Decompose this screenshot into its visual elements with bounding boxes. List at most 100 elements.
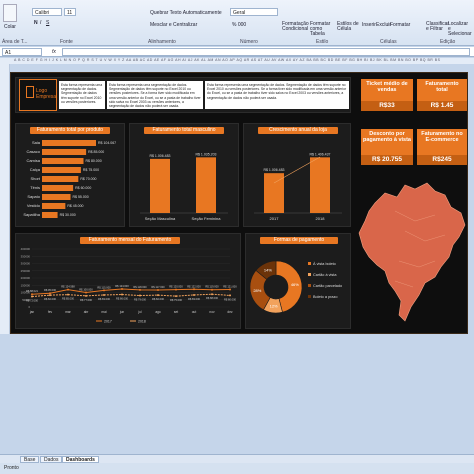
monthly-xtick: out — [192, 310, 197, 314]
product-label: Vestido — [27, 203, 41, 208]
product-bar — [42, 185, 74, 191]
slicer-note-3: Esta forma representa uma segmentação de… — [205, 81, 349, 109]
product-bar — [42, 167, 81, 173]
monthly-data-label: R$ 79.000 — [134, 298, 147, 302]
paste-label[interactable]: Colar — [4, 24, 16, 30]
monthly-ytick: 200000 — [21, 276, 31, 280]
name-box[interactable]: A1 — [2, 48, 42, 56]
merge-center-button[interactable]: Mesclar e Centralizar — [150, 22, 197, 28]
delete-button[interactable]: Excluir — [376, 22, 391, 28]
building-icon — [26, 86, 34, 98]
monthly-data-label: R$ 86.000 — [116, 297, 129, 301]
product-label: Sapato — [27, 194, 40, 199]
payment-slice-label: 46% — [291, 282, 299, 287]
product-label: Saia — [32, 140, 41, 145]
insert-button[interactable]: Inserir — [362, 22, 376, 28]
monthly-line-chart: 0500001000001500002000002500003000003500… — [21, 247, 238, 324]
monthly-xtick: jun — [119, 310, 124, 314]
monthly-ytick: 400000 — [21, 247, 31, 251]
monthly-data-label: R$ 88.021 — [26, 289, 39, 293]
monthly-data-label: R$ 120.000 — [169, 285, 183, 289]
gender-bar-chart: R$ 1.006.483 Seção Masculina R$ 1.035.203 S… — [140, 152, 228, 221]
gender-category-label: Seção Feminina — [192, 216, 222, 221]
tab-base[interactable]: Base — [20, 456, 40, 463]
tab-dashboards[interactable]: Dashboards — [62, 456, 99, 463]
font-select[interactable]: Calibri — [32, 8, 62, 16]
slicer-note-2: Esta forma representa uma segmentação de… — [107, 81, 203, 109]
font-size-select[interactable]: 11 — [64, 8, 76, 16]
group-cells: Células — [380, 39, 397, 45]
underline-icon[interactable]: S — [46, 20, 49, 26]
monthly-point-2017 — [49, 292, 51, 295]
growth-bar — [310, 157, 330, 213]
group-editing: Edição — [440, 39, 456, 45]
group-clipboard: Área de T... — [2, 39, 28, 45]
monthly-point-2017 — [121, 288, 123, 291]
product-value-label: R$ 30.000 — [60, 213, 76, 217]
monthly-ytick: 0 — [28, 305, 30, 309]
monthly-line-2018 — [31, 293, 231, 298]
card-ticket: Ticket médio de vendas R$33 — [361, 79, 413, 111]
sort-filter-button[interactable]: Classificar e Filtrar — [426, 22, 449, 32]
product-chart-panel: Faturamento total por produto Saia R$ 104… — [15, 123, 125, 227]
monthly-point-2018 — [175, 295, 177, 298]
status-text: Pronto — [4, 465, 19, 471]
fx-icon[interactable]: fx — [52, 49, 56, 55]
monthly-xtick: mar — [65, 310, 71, 314]
monthly-point-2018 — [103, 293, 105, 296]
brazil-map — [358, 182, 466, 322]
payment-legend-swatch — [308, 284, 311, 287]
monthly-xtick: dez — [227, 310, 233, 314]
growth-value-label: R$ 1.406.437 — [309, 152, 330, 156]
number-format-select[interactable]: Geral — [230, 8, 278, 16]
gender-bar — [196, 157, 216, 213]
logo-text: Logo Empresa — [36, 88, 57, 100]
monthly-xtick: abr — [84, 310, 90, 314]
column-headers: A B C D E F G H I J K L M N O P Q R S T … — [0, 58, 474, 64]
product-label: Camisa — [26, 158, 40, 163]
product-label: Calça — [30, 167, 41, 172]
card-discount: Desconto por pagamento à vista R$ 20.755 — [361, 129, 413, 165]
format-button[interactable]: Formatar — [390, 22, 410, 28]
monthly-point-2017 — [139, 288, 141, 291]
payment-legend-label: Boleto a prazo — [313, 295, 338, 299]
wrap-text-button[interactable]: Quebrar Texto Automaticamente — [150, 10, 222, 16]
formula-input[interactable] — [62, 48, 470, 56]
find-select-button[interactable]: Localizar e Selecionar — [448, 22, 472, 37]
italic-icon[interactable]: I — [40, 20, 41, 26]
format-table-button[interactable]: Formatar como Tabela — [310, 22, 336, 37]
dashboard: Logo Empresa Esta forma representa uma s… — [10, 72, 468, 334]
tab-dados[interactable]: Dados — [40, 456, 63, 463]
empty-sheet-area — [0, 334, 474, 454]
payment-slice-label: 14% — [264, 267, 272, 272]
monthly-data-label: R$ 83.000 — [98, 297, 111, 301]
monthly-point-2017 — [211, 288, 213, 291]
monthly-point-2018 — [121, 293, 123, 296]
card-discount-value: R$ 20.755 — [361, 155, 413, 165]
monthly-data-label: R$ 124.598 — [61, 285, 75, 289]
monthly-legend-label: 2017 — [104, 320, 112, 324]
bold-icon[interactable]: N — [34, 20, 38, 26]
monthly-data-label: R$ 100.000 — [79, 288, 93, 292]
monthly-xtick: nov — [209, 310, 215, 314]
monthly-point-2018 — [67, 293, 69, 296]
conditional-format-button[interactable]: Formatação Condicional — [282, 22, 309, 32]
monthly-data-label: R$ 85.000 — [62, 297, 75, 301]
product-label: Casaco — [26, 149, 40, 154]
cell-styles-button[interactable]: Estilos de Célula — [337, 22, 359, 32]
monthly-point-2017 — [67, 288, 69, 291]
product-value-label: R$ 45.000 — [67, 204, 83, 208]
payment-legend-swatch — [308, 295, 311, 298]
monthly-data-label: R$ 80.000 — [224, 297, 237, 301]
monthly-data-label: R$ 117.000 — [151, 285, 165, 289]
monthly-xtick: jan — [29, 310, 34, 314]
monthly-point-2018 — [49, 294, 51, 297]
monthly-point-2017 — [229, 288, 231, 291]
percent-icon[interactable]: % 000 — [232, 22, 246, 28]
card-ecommerce-value: R$245 — [417, 155, 467, 165]
card-revenue-title: Faturamento total — [425, 81, 459, 93]
product-bar — [42, 194, 71, 200]
paste-icon[interactable] — [3, 4, 17, 22]
product-value-label: R$ 104.067 — [98, 141, 116, 145]
gender-chart-panel: Faturamento total masculino R$ 1.006.483… — [129, 123, 239, 227]
